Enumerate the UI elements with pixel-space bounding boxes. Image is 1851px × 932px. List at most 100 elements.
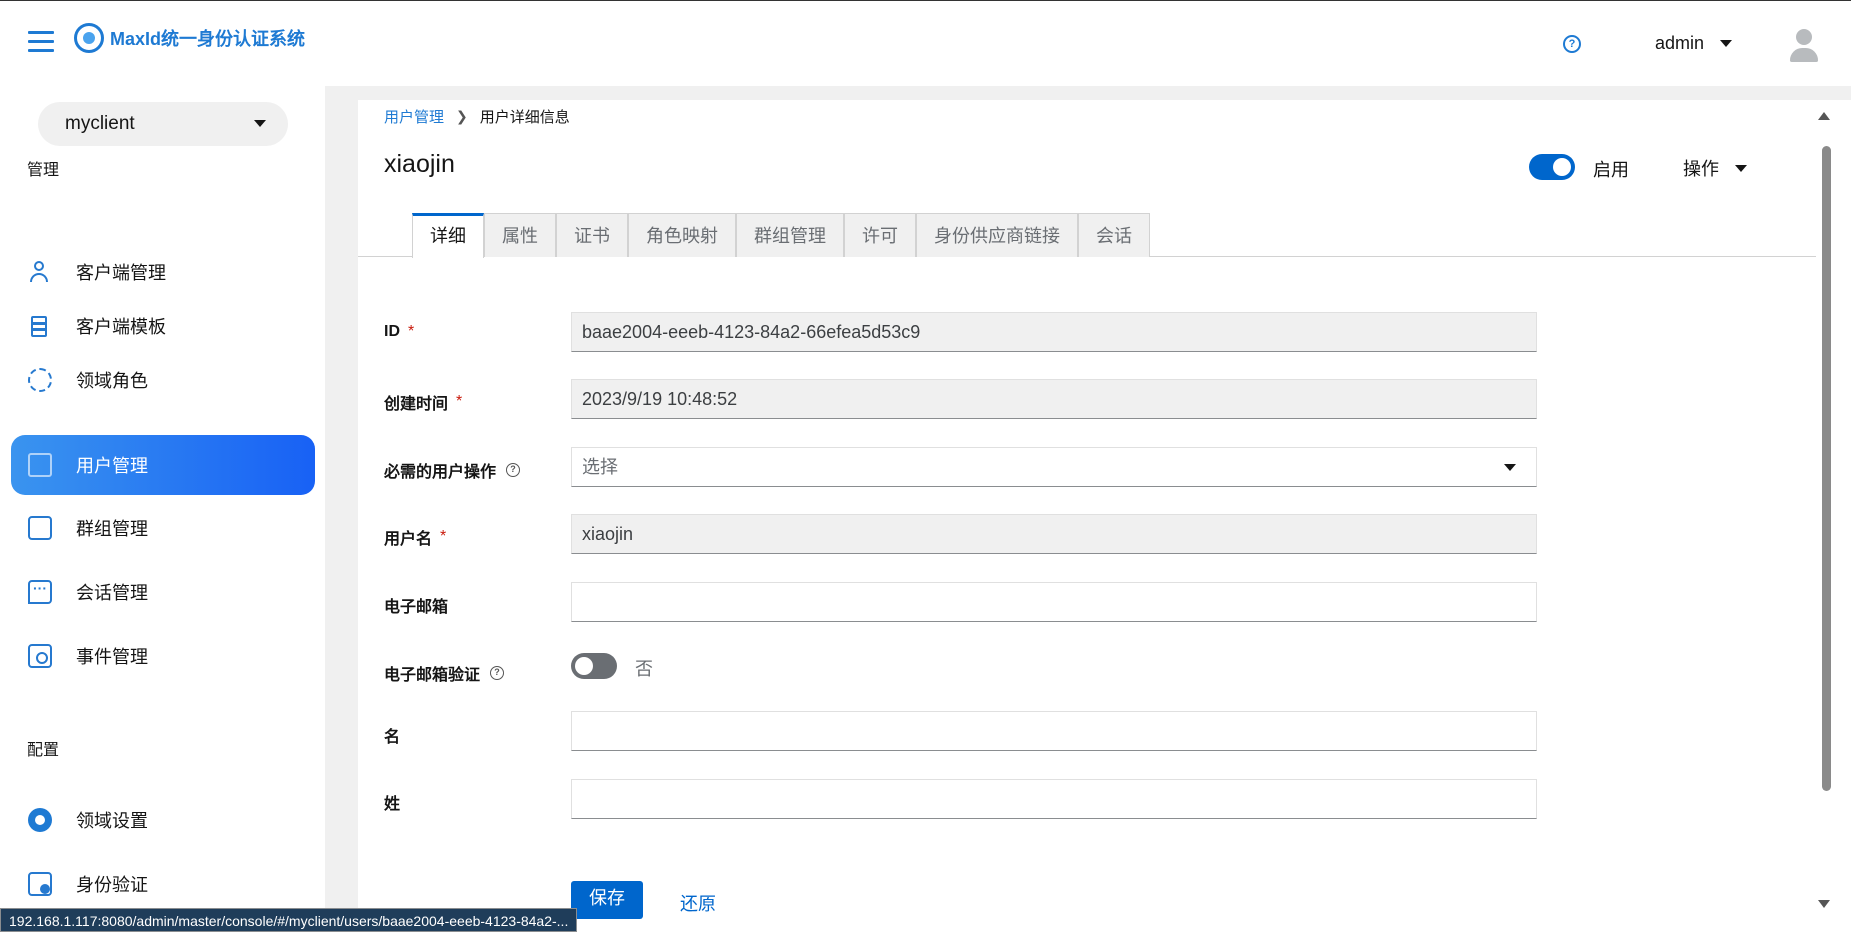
chevron-down-icon <box>254 120 266 127</box>
sidebar: myclient 管理 客户端管理 客户端模板 领域角色 用户管理 群组管理 会… <box>0 86 325 932</box>
user-menu[interactable]: admin <box>1655 33 1733 54</box>
required-mark: * <box>408 323 415 340</box>
tab-groups[interactable]: 群组管理 <box>736 213 844 257</box>
breadcrumb-current: 用户详细信息 <box>479 109 570 126</box>
sidebar-item-label: 用户管理 <box>76 456 148 476</box>
event-icon <box>28 644 52 668</box>
hamburger-menu-icon[interactable] <box>28 31 54 55</box>
required-actions-label-text: 必需的用户操作 <box>384 464 497 481</box>
layers-icon <box>28 314 52 338</box>
section-title-manage: 管理 <box>27 162 60 179</box>
sidebar-item-realm-settings[interactable]: 领域设置 <box>11 790 315 850</box>
username-field[interactable]: xiaojin <box>571 514 1537 554</box>
email-verified-label-text: 电子邮箱验证 <box>384 667 481 684</box>
username-label-text: 用户名 <box>384 531 433 548</box>
realm-name: myclient <box>65 113 135 134</box>
tab-credentials[interactable]: 证书 <box>556 213 628 257</box>
help-circle-icon[interactable]: ? <box>490 666 505 680</box>
first-name-label: 名 <box>384 723 400 747</box>
brand-logo[interactable]: MaxId统一身份认证系统 <box>74 23 305 53</box>
email-field[interactable] <box>571 582 1537 622</box>
sidebar-item-label: 客户端管理 <box>76 263 166 283</box>
sidebar-item-sessions[interactable]: 会话管理 <box>11 562 315 622</box>
users-icon <box>28 453 52 477</box>
revert-button[interactable]: 还原 <box>680 890 716 916</box>
first-name-field[interactable] <box>571 711 1537 751</box>
tab-role-mapping[interactable]: 角色映射 <box>628 213 736 257</box>
email-verified-label: 电子邮箱验证? <box>384 661 505 685</box>
id-label-text: ID <box>384 323 400 340</box>
created-timestamp-field[interactable]: 2023/9/19 10:48:52 <box>571 379 1537 419</box>
sidebar-item-groups[interactable]: 群组管理 <box>11 498 315 558</box>
id-field[interactable]: baae2004-eeeb-4123-84a2-66efea5d53c9 <box>571 312 1537 352</box>
breadcrumb: 用户管理 ❯ 用户详细信息 <box>384 106 570 127</box>
email-label: 电子邮箱 <box>384 593 448 617</box>
user-icon <box>28 260 52 284</box>
sidebar-item-realm-roles[interactable]: 领域角色 <box>11 350 315 410</box>
top-header: MaxId统一身份认证系统 ? admin <box>0 0 1851 86</box>
created-label: 创建时间 * <box>384 390 462 414</box>
tab-attributes[interactable]: 属性 <box>484 213 556 257</box>
required-mark: * <box>440 528 447 545</box>
scroll-down-arrow-icon[interactable] <box>1818 900 1830 908</box>
realm-selector[interactable]: myclient <box>38 102 288 146</box>
gear-solid-icon <box>28 808 52 832</box>
sidebar-item-client-templates[interactable]: 客户端模板 <box>11 296 315 356</box>
first-name-label-text: 名 <box>384 729 401 746</box>
chevron-down-icon <box>1720 40 1733 47</box>
help-circle-icon[interactable]: ? <box>506 463 521 477</box>
last-name-field[interactable] <box>571 779 1537 819</box>
tab-bar: 详细 属性 证书 角色映射 群组管理 许可 身份供应商链接 会话 <box>358 213 1816 258</box>
required-actions-placeholder: 选择 <box>582 457 618 477</box>
chevron-down-icon <box>1504 464 1516 471</box>
required-actions-label: 必需的用户操作? <box>384 458 521 482</box>
actions-dropdown[interactable]: 操作 <box>1683 155 1747 181</box>
sidebar-item-events[interactable]: 事件管理 <box>11 626 315 686</box>
page-title: xiaojin <box>384 150 455 178</box>
created-label-text: 创建时间 <box>384 396 449 413</box>
id-label: ID * <box>384 323 414 341</box>
brand-logo-icon <box>74 23 104 53</box>
scrollbar-thumb[interactable] <box>1822 146 1831 791</box>
chat-icon <box>28 580 52 604</box>
email-verified-state: 否 <box>635 659 653 679</box>
status-bar-url: 192.168.1.117:8080/admin/master/console/… <box>0 908 578 932</box>
required-mark: * <box>456 393 463 410</box>
section-title-config: 配置 <box>27 742 60 759</box>
required-actions-select[interactable]: 选择 <box>571 447 1537 487</box>
tab-details[interactable]: 详细 <box>412 213 484 258</box>
avatar[interactable] <box>1790 29 1818 63</box>
sidebar-item-label: 事件管理 <box>76 647 148 667</box>
last-name-label: 姓 <box>384 790 400 814</box>
id-card-icon <box>28 872 52 896</box>
chevron-down-icon <box>1735 164 1747 172</box>
sidebar-item-label: 领域角色 <box>76 371 148 391</box>
tab-consents[interactable]: 许可 <box>844 213 916 257</box>
scroll-up-arrow-icon[interactable] <box>1818 112 1830 120</box>
breadcrumb-link-users[interactable]: 用户管理 <box>384 106 444 127</box>
chevron-right-icon: ❯ <box>456 108 468 124</box>
enabled-toggle[interactable] <box>1529 154 1575 180</box>
save-button[interactable]: 保存 <box>571 881 643 919</box>
email-verified-toggle[interactable] <box>571 653 617 679</box>
sidebar-item-clients[interactable]: 客户端管理 <box>11 242 315 302</box>
sidebar-item-label: 领域设置 <box>76 811 148 831</box>
actions-label: 操作 <box>1683 159 1719 179</box>
tab-identity-provider-links[interactable]: 身份供应商链接 <box>916 213 1078 257</box>
sidebar-item-label: 会话管理 <box>76 583 148 603</box>
sidebar-item-label: 群组管理 <box>76 519 148 539</box>
enabled-label: 启用 <box>1593 160 1629 180</box>
group-icon <box>28 516 52 540</box>
last-name-label-text: 姓 <box>384 796 401 813</box>
tab-sessions[interactable]: 会话 <box>1078 213 1150 257</box>
user-name: admin <box>1655 33 1705 53</box>
gear-icon <box>28 368 52 392</box>
sidebar-item-label: 身份验证 <box>76 875 148 895</box>
sidebar-item-authentication[interactable]: 身份验证 <box>11 854 315 914</box>
brand-name: MaxId统一身份认证系统 <box>110 29 306 49</box>
sidebar-item-label: 客户端模板 <box>76 317 166 337</box>
help-icon[interactable]: ? <box>1563 35 1581 53</box>
username-label: 用户名 * <box>384 525 446 549</box>
email-label-text: 电子邮箱 <box>384 599 449 616</box>
sidebar-item-users[interactable]: 用户管理 <box>11 435 315 495</box>
